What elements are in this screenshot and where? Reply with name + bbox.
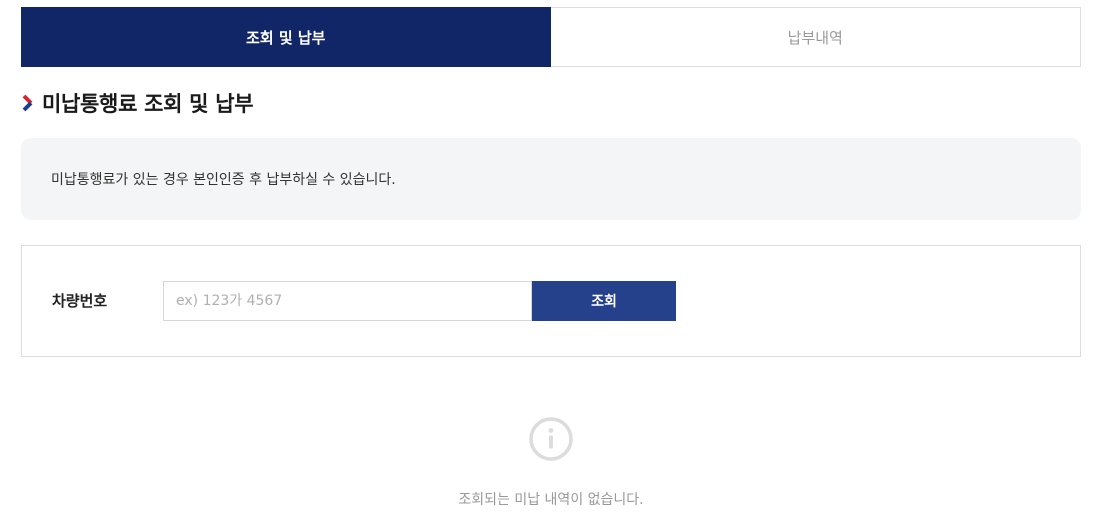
tab-payment-history[interactable]: 납부내역 <box>550 7 1081 67</box>
vehicle-number-label: 차량번호 <box>52 292 108 310</box>
chevron-right-icon <box>22 94 33 112</box>
vehicle-number-input[interactable] <box>163 281 532 321</box>
notice-text: 미납통행료가 있는 경우 본인인증 후 납부하실 수 있습니다. <box>51 172 396 188</box>
search-panel: 차량번호 조회 <box>21 245 1081 357</box>
tab-bar: 조회 및 납부 납부내역 <box>21 7 1081 67</box>
page-title-text: 미납통행료 조회 및 납부 <box>42 92 254 116</box>
notice-box: 미납통행료가 있는 경우 본인인증 후 납부하실 수 있습니다. <box>21 138 1081 220</box>
info-icon <box>529 417 573 461</box>
tab-inquiry-payment[interactable]: 조회 및 납부 <box>21 7 551 67</box>
empty-state: 조회되는 미납 내역이 없습니다. <box>21 415 1081 509</box>
page-title: 미납통행료 조회 및 납부 <box>21 88 254 118</box>
search-button[interactable]: 조회 <box>532 281 676 321</box>
empty-state-message: 조회되는 미납 내역이 없습니다. <box>458 492 644 508</box>
